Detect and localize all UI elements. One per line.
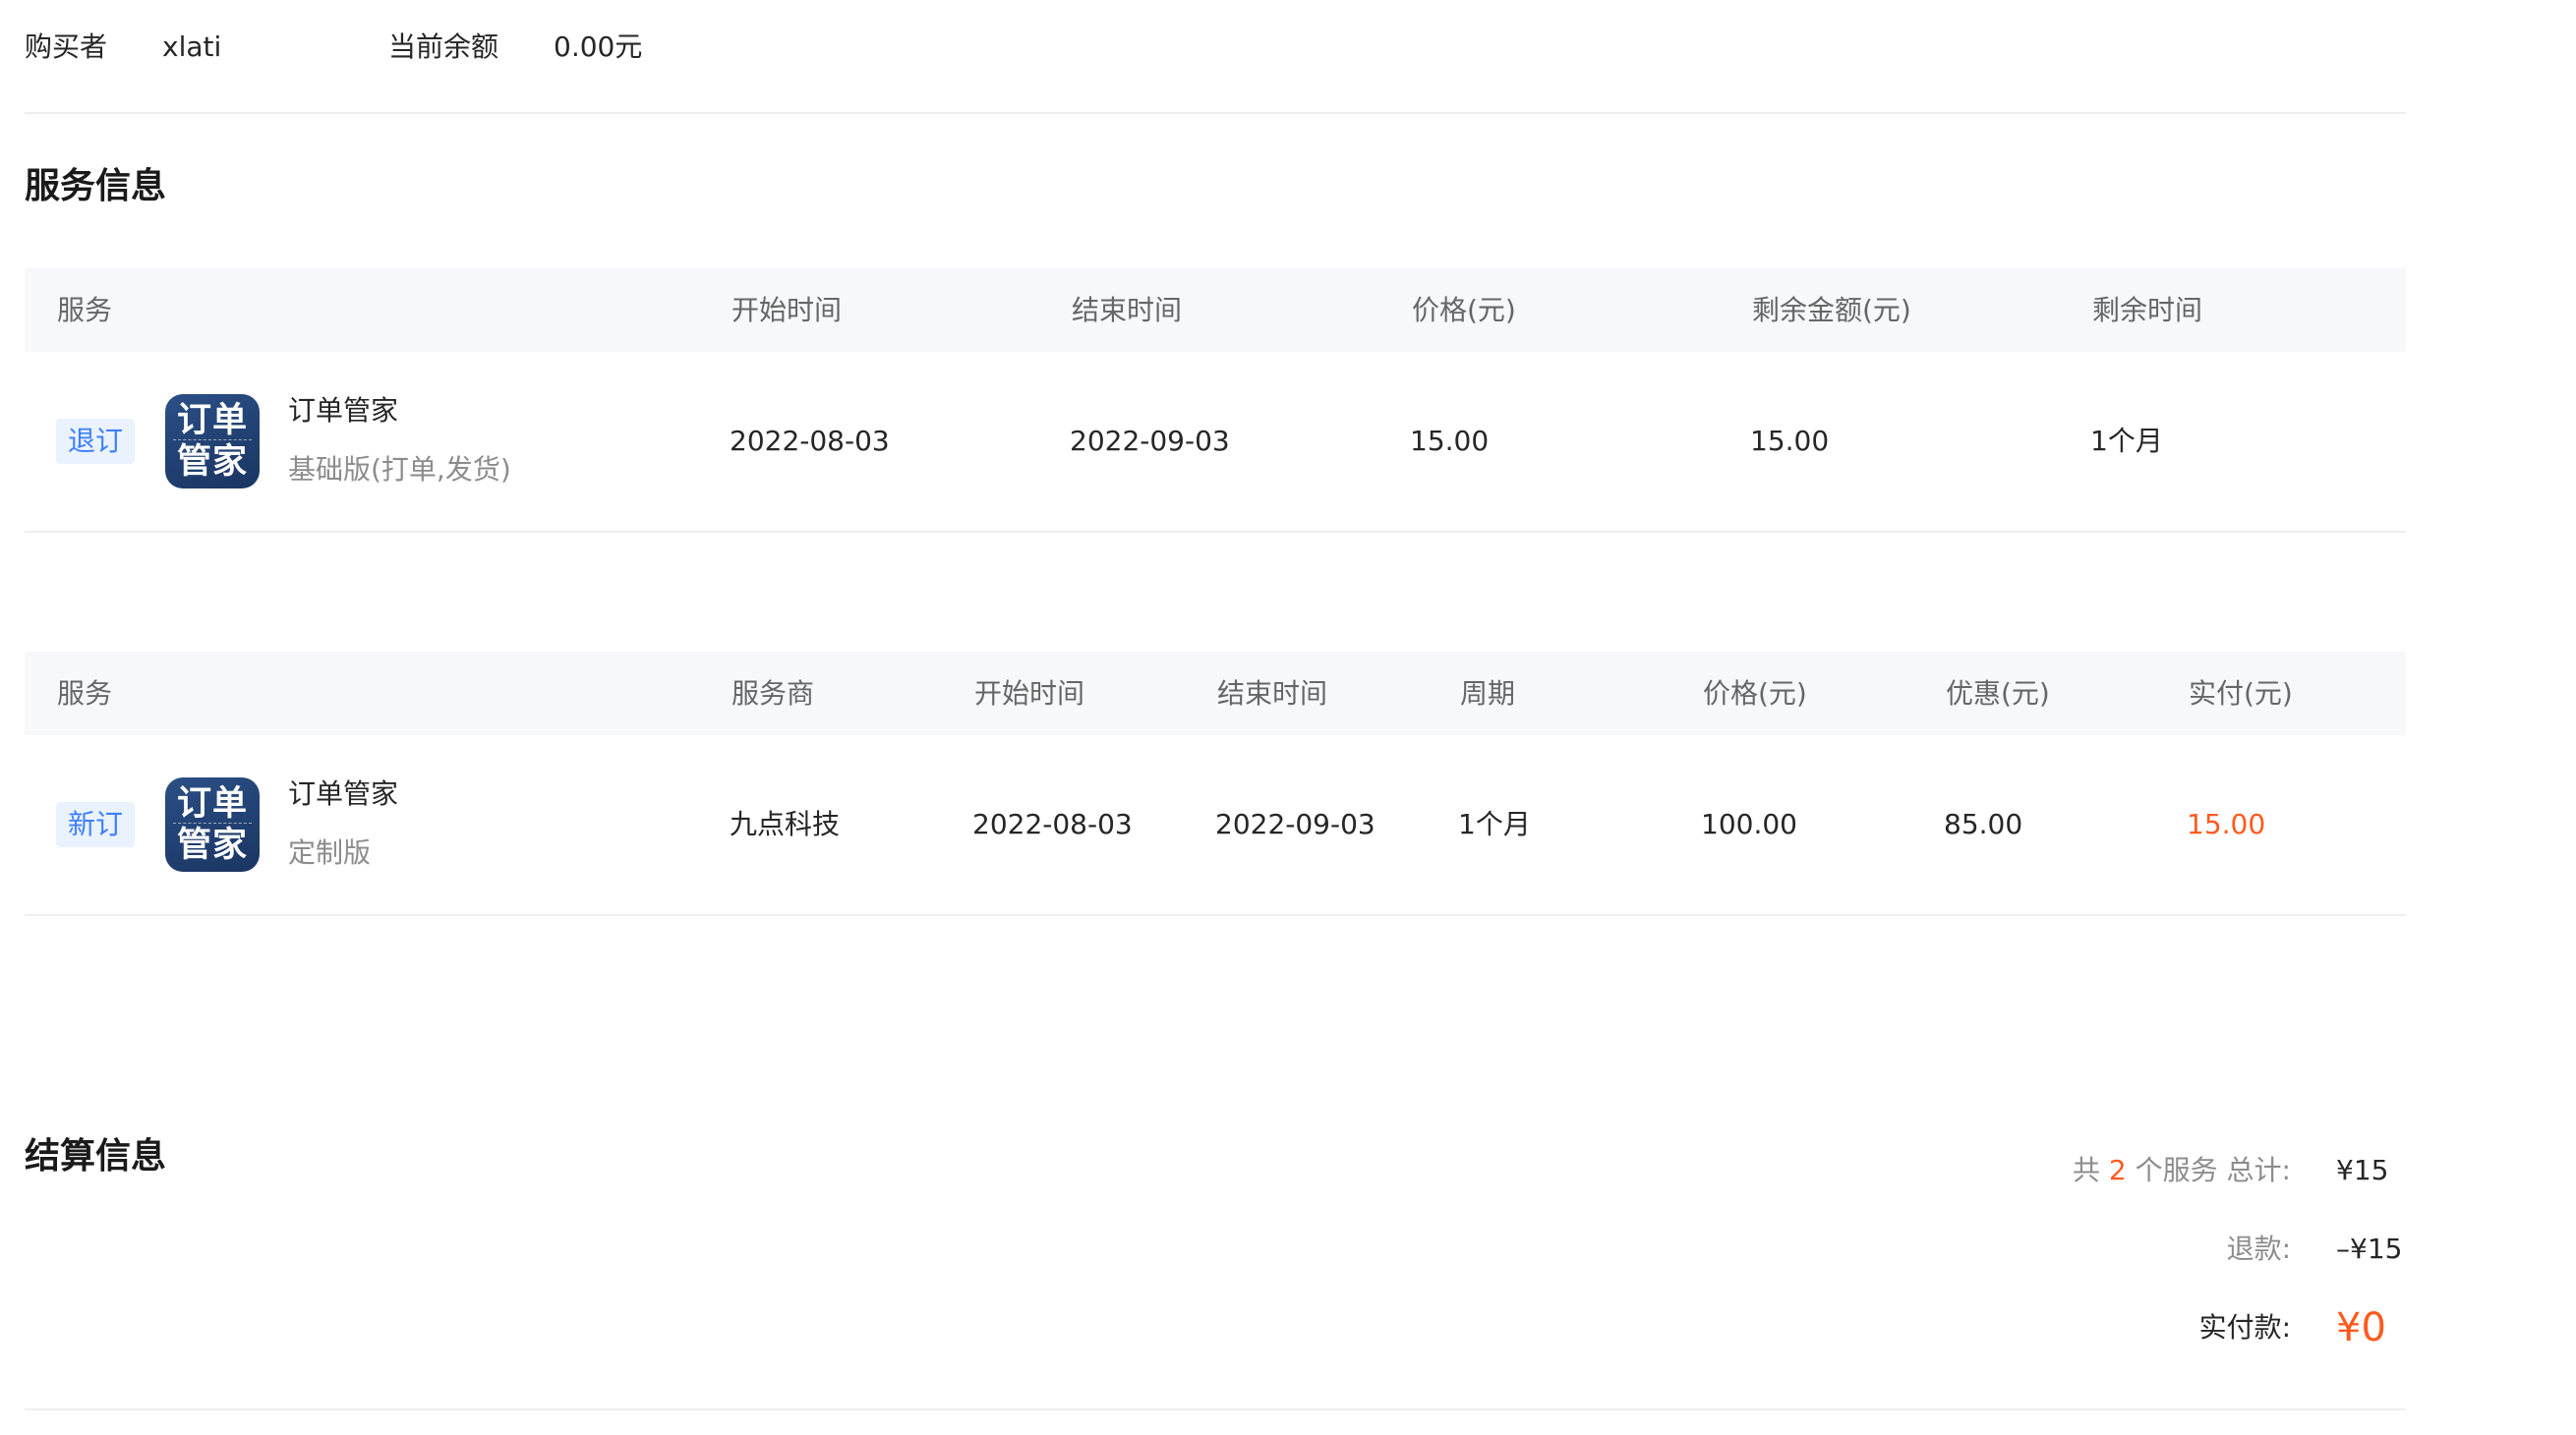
order-detail-page: 购买者 xlati 当前余额 0.00元 服务信息 服务 开始时间 结束时间 价… <box>0 0 2576 1435</box>
end-date: 2022-09-03 <box>1070 425 1230 457</box>
start-date: 2022-08-03 <box>730 425 890 457</box>
service-count-summary: 共 2 个服务 总计: <box>2073 1151 2291 1190</box>
column-header-paid: 实付(元) <box>2189 677 2293 710</box>
service-count: 2 <box>2108 1154 2127 1186</box>
app-icon: 订单 管家 <box>165 394 260 488</box>
app-icon-text-line2: 管家 <box>176 442 248 482</box>
price: 100.00 <box>1701 808 1797 840</box>
balance-label: 当前余额 <box>388 30 499 63</box>
divider <box>25 531 2406 533</box>
paid-label: 实付款: <box>2198 1311 2291 1344</box>
column-header-service: 服务 <box>57 294 113 326</box>
column-header-end: 结束时间 <box>1072 294 1183 326</box>
column-header-end: 结束时间 <box>1217 677 1328 710</box>
new-order-tag: 新订 <box>56 802 135 847</box>
discount: 85.00 <box>1944 808 2023 840</box>
service-info-title: 服务信息 <box>25 166 167 206</box>
count-prefix: 共 <box>2073 1154 2101 1186</box>
remaining-time: 1个月 <box>2090 425 2163 457</box>
refund-label: 退款: <box>2226 1233 2291 1265</box>
service-edition: 定制版 <box>288 836 372 869</box>
start-date: 2022-08-03 <box>972 808 1133 840</box>
total-amount: ¥15 <box>2336 1154 2389 1186</box>
refund-tag: 退订 <box>56 419 135 464</box>
column-header-price: 价格(元) <box>1703 677 1807 710</box>
period: 1个月 <box>1458 808 1531 840</box>
divider <box>25 1408 2406 1410</box>
settlement-title: 结算信息 <box>25 1136 167 1177</box>
remaining-amount: 15.00 <box>1750 425 1830 457</box>
paid-amount: 15.00 <box>2187 808 2266 840</box>
paid-total: ¥0 <box>2336 1305 2386 1350</box>
service-name: 订单管家 <box>288 394 399 427</box>
table-row: 退订 订单 管家 订单管家 基础版(打单,发货) 2022-08-03 2022… <box>25 352 2406 531</box>
column-header-start: 开始时间 <box>974 677 1085 710</box>
refund-amount: –¥15 <box>2336 1233 2403 1265</box>
divider <box>25 914 2406 916</box>
price: 15.00 <box>1410 425 1490 457</box>
app-icon-text-line1: 订单 <box>176 401 248 440</box>
column-header-price: 价格(元) <box>1412 294 1516 326</box>
buyer-label: 购买者 <box>25 30 108 63</box>
app-icon-text-line1: 订单 <box>176 784 248 824</box>
table-row: 新订 订单 管家 订单管家 定制版 九点科技 2022-08-03 2022-0… <box>25 735 2406 914</box>
table-header-new: 服务 服务商 开始时间 结束时间 周期 价格(元) 优惠(元) 实付(元) <box>25 652 2406 735</box>
column-header-remaining-time: 剩余时间 <box>2092 294 2203 326</box>
count-suffix: 个服务 总计: <box>2135 1154 2291 1186</box>
divider <box>25 112 2406 114</box>
table-header-refund: 服务 开始时间 结束时间 价格(元) 剩余金额(元) 剩余时间 <box>25 268 2406 352</box>
buyer-value: xlati <box>162 30 222 63</box>
provider: 九点科技 <box>730 808 841 840</box>
column-header-service: 服务 <box>57 677 113 710</box>
service-name: 订单管家 <box>288 777 399 810</box>
column-header-start: 开始时间 <box>732 294 843 326</box>
column-header-provider: 服务商 <box>732 677 815 710</box>
app-icon: 订单 管家 <box>165 777 260 872</box>
column-header-period: 周期 <box>1460 677 1516 710</box>
balance-value: 0.00元 <box>554 30 643 63</box>
column-header-discount: 优惠(元) <box>1946 677 2050 710</box>
end-date: 2022-09-03 <box>1215 808 1376 840</box>
column-header-remaining-amount: 剩余金额(元) <box>1752 294 1911 326</box>
app-icon-text-line2: 管家 <box>176 826 248 865</box>
service-edition: 基础版(打单,发货) <box>288 453 511 486</box>
